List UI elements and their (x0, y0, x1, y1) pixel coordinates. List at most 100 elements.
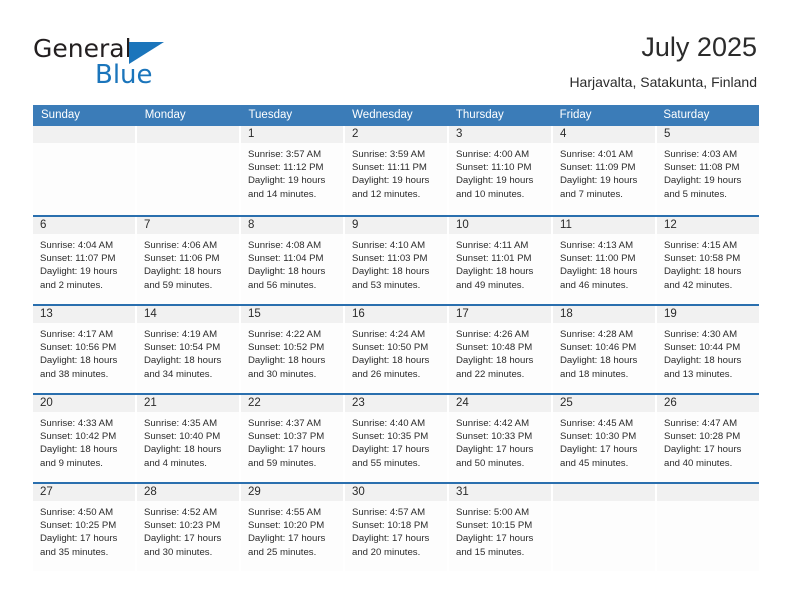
daylight-text-line2: and 46 minutes. (560, 279, 629, 291)
calendar-day-cell[interactable]: 15 Sunrise: 4:22 AM Sunset: 10:52 PM Daylig… (241, 306, 345, 393)
day-details: Sunrise: 4:22 AM Sunset: 10:52 PM Daylight… (241, 323, 343, 381)
calendar-day-cell[interactable]: 3 Sunrise: 4:00 AM Sunset: 11:10 PM Dayligh… (449, 126, 553, 215)
daylight-text-line1: Daylight: 17 hours (40, 533, 118, 545)
sunset-text: Sunset: 11:01 PM (456, 253, 532, 265)
day-number: 18 (553, 306, 655, 323)
calendar-day-cell[interactable]: 11 Sunrise: 4:13 AM Sunset: 11:00 PM Daylig… (553, 217, 657, 304)
daylight-text-line2: and 40 minutes. (664, 457, 733, 469)
daylight-text-line2: and 59 minutes. (144, 279, 213, 291)
weekday-header-sunday: Sunday (41, 109, 81, 121)
daylight-text-line1: Daylight: 17 hours (352, 533, 430, 545)
calendar-day-cell[interactable]: 21 Sunrise: 4:35 AM Sunset: 10:40 PM Daylig… (137, 395, 241, 482)
day-details: Sunrise: 4:55 AM Sunset: 10:20 PM Daylight… (241, 501, 343, 559)
calendar-day-cell[interactable]: 13 Sunrise: 4:17 AM Sunset: 10:56 PM Daylig… (33, 306, 137, 393)
calendar-day-cell[interactable]: 16 Sunrise: 4:24 AM Sunset: 10:50 PM Daylig… (345, 306, 449, 393)
sunrise-text: Sunrise: 4:33 AM (40, 418, 114, 429)
day-details: Sunrise: 5:00 AM Sunset: 10:15 PM Daylight… (449, 501, 551, 559)
weekday-header-row: Sunday Monday Tuesday Wednesday Thursday… (33, 105, 759, 126)
logo-text-general: General (33, 34, 132, 63)
sunset-text: Sunset: 11:06 PM (144, 253, 220, 265)
page-title: July 2025 (641, 32, 757, 62)
calendar-weeks: 1 Sunrise: 3:57 AM Sunset: 11:12 PM Dayligh… (33, 126, 759, 571)
day-details: Sunrise: 4:00 AM Sunset: 11:10 PM Daylight… (449, 143, 551, 201)
calendar-day-cell[interactable]: 28 Sunrise: 4:52 AM Sunset: 10:23 PM Daylig… (137, 484, 241, 571)
day-details: Sunrise: 4:45 AM Sunset: 10:30 PM Daylight… (553, 412, 655, 470)
calendar-day-cell[interactable]: 10 Sunrise: 4:11 AM Sunset: 11:01 PM Daylig… (449, 217, 553, 304)
daylight-text-line1: Daylight: 18 hours (144, 266, 222, 278)
day-number (553, 484, 655, 501)
day-details (33, 143, 135, 148)
day-number: 13 (33, 306, 135, 323)
sunset-text: Sunset: 11:08 PM (664, 162, 740, 174)
sunrise-text: Sunrise: 4:17 AM (40, 329, 114, 340)
calendar-day-cell[interactable]: 17 Sunrise: 4:26 AM Sunset: 10:48 PM Daylig… (449, 306, 553, 393)
sunset-text: Sunset: 11:12 PM (248, 162, 324, 174)
calendar-day-cell[interactable]: 1 Sunrise: 3:57 AM Sunset: 11:12 PM Dayligh… (241, 126, 345, 215)
sunrise-text: Sunrise: 4:06 AM (144, 240, 218, 251)
calendar-day-cell[interactable]: 4 Sunrise: 4:01 AM Sunset: 11:09 PM Dayligh… (553, 126, 657, 215)
calendar-day-cell[interactable]: 12 Sunrise: 4:15 AM Sunset: 10:58 PM Daylig… (657, 217, 759, 304)
daylight-text-line2: and 45 minutes. (560, 457, 629, 469)
calendar-day-cell[interactable]: 2 Sunrise: 3:59 AM Sunset: 11:11 PM Dayligh… (345, 126, 449, 215)
day-details: Sunrise: 4:33 AM Sunset: 10:42 PM Daylight… (33, 412, 135, 470)
sunset-text: Sunset: 10:18 PM (352, 520, 429, 532)
calendar-day-cell[interactable]: 30 Sunrise: 4:57 AM Sunset: 10:18 PM Daylig… (345, 484, 449, 571)
calendar-day-cell[interactable]: 20 Sunrise: 4:33 AM Sunset: 10:42 PM Daylig… (33, 395, 137, 482)
daylight-text-line1: Daylight: 17 hours (248, 533, 326, 545)
calendar-day-cell[interactable]: 9 Sunrise: 4:10 AM Sunset: 11:03 PM Dayligh… (345, 217, 449, 304)
day-details: Sunrise: 4:30 AM Sunset: 10:44 PM Daylight… (657, 323, 759, 381)
calendar-day-cell[interactable]: 22 Sunrise: 4:37 AM Sunset: 10:37 PM Daylig… (241, 395, 345, 482)
sunset-text: Sunset: 10:28 PM (664, 431, 741, 443)
calendar-day-cell[interactable]: 18 Sunrise: 4:28 AM Sunset: 10:46 PM Daylig… (553, 306, 657, 393)
sunrise-text: Sunrise: 4:22 AM (248, 329, 322, 340)
sunset-text: Sunset: 10:33 PM (456, 431, 533, 443)
day-details: Sunrise: 4:24 AM Sunset: 10:50 PM Daylight… (345, 323, 447, 381)
calendar-day-cell[interactable]: 26 Sunrise: 4:47 AM Sunset: 10:28 PM Daylig… (657, 395, 759, 482)
day-number: 17 (449, 306, 551, 323)
sunset-text: Sunset: 10:52 PM (248, 342, 325, 354)
daylight-text-line1: Daylight: 18 hours (352, 355, 430, 367)
calendar-day-cell[interactable]: 23 Sunrise: 4:40 AM Sunset: 10:35 PM Daylig… (345, 395, 449, 482)
day-number: 2 (345, 126, 447, 143)
calendar-day-cell[interactable]: 14 Sunrise: 4:19 AM Sunset: 10:54 PM Daylig… (137, 306, 241, 393)
day-number (33, 126, 135, 143)
calendar-day-cell[interactable]: 7 Sunrise: 4:06 AM Sunset: 11:06 PM Dayligh… (137, 217, 241, 304)
sunset-text: Sunset: 11:11 PM (352, 162, 427, 174)
calendar-day-cell[interactable]: 31 Sunrise: 5:00 AM Sunset: 10:15 PM Daylig… (449, 484, 553, 571)
day-details: Sunrise: 4:28 AM Sunset: 10:46 PM Daylight… (553, 323, 655, 381)
calendar-day-cell[interactable]: 29 Sunrise: 4:55 AM Sunset: 10:20 PM Daylig… (241, 484, 345, 571)
daylight-text-line2: and 34 minutes. (144, 368, 213, 380)
sunset-text: Sunset: 10:20 PM (248, 520, 325, 532)
sunrise-text: Sunrise: 4:47 AM (664, 418, 738, 429)
sunrise-text: Sunrise: 4:08 AM (248, 240, 322, 251)
sunrise-text: Sunrise: 4:13 AM (560, 240, 634, 251)
daylight-text-line1: Daylight: 18 hours (248, 355, 326, 367)
daylight-text-line1: Daylight: 17 hours (248, 444, 326, 456)
calendar-day-cell[interactable]: 25 Sunrise: 4:45 AM Sunset: 10:30 PM Daylig… (553, 395, 657, 482)
sunset-text: Sunset: 10:23 PM (144, 520, 221, 532)
logo-text-blue: Blue (95, 60, 153, 90)
sunset-text: Sunset: 10:30 PM (560, 431, 637, 443)
calendar-day-cell-empty (137, 126, 241, 215)
daylight-text-line1: Daylight: 19 hours (456, 175, 534, 187)
calendar-day-cell[interactable]: 8 Sunrise: 4:08 AM Sunset: 11:04 PM Dayligh… (241, 217, 345, 304)
day-details (137, 143, 239, 148)
calendar-day-cell[interactable]: 6 Sunrise: 4:04 AM Sunset: 11:07 PM Dayligh… (33, 217, 137, 304)
calendar-day-cell[interactable]: 19 Sunrise: 4:30 AM Sunset: 10:44 PM Daylig… (657, 306, 759, 393)
sunset-text: Sunset: 10:15 PM (456, 520, 533, 532)
day-number: 15 (241, 306, 343, 323)
calendar-day-cell[interactable]: 24 Sunrise: 4:42 AM Sunset: 10:33 PM Daylig… (449, 395, 553, 482)
day-details (657, 501, 759, 506)
sunrise-text: Sunrise: 4:30 AM (664, 329, 738, 340)
daylight-text-line2: and 56 minutes. (248, 279, 317, 291)
day-details: Sunrise: 4:50 AM Sunset: 10:25 PM Daylight… (33, 501, 135, 559)
calendar-day-cell[interactable]: 27 Sunrise: 4:50 AM Sunset: 10:25 PM Daylig… (33, 484, 137, 571)
weekday-header-friday: Friday (559, 109, 592, 121)
sunrise-text: Sunrise: 4:55 AM (248, 507, 322, 518)
sunrise-text: Sunrise: 4:52 AM (144, 507, 218, 518)
sunrise-text: Sunrise: 4:24 AM (352, 329, 426, 340)
page-header: General Blue July 2025 Harjavalta, Satak… (33, 30, 757, 98)
calendar-day-cell[interactable]: 5 Sunrise: 4:03 AM Sunset: 11:08 PM Dayligh… (657, 126, 759, 215)
day-details: Sunrise: 4:37 AM Sunset: 10:37 PM Daylight… (241, 412, 343, 470)
daylight-text-line2: and 26 minutes. (352, 368, 421, 380)
